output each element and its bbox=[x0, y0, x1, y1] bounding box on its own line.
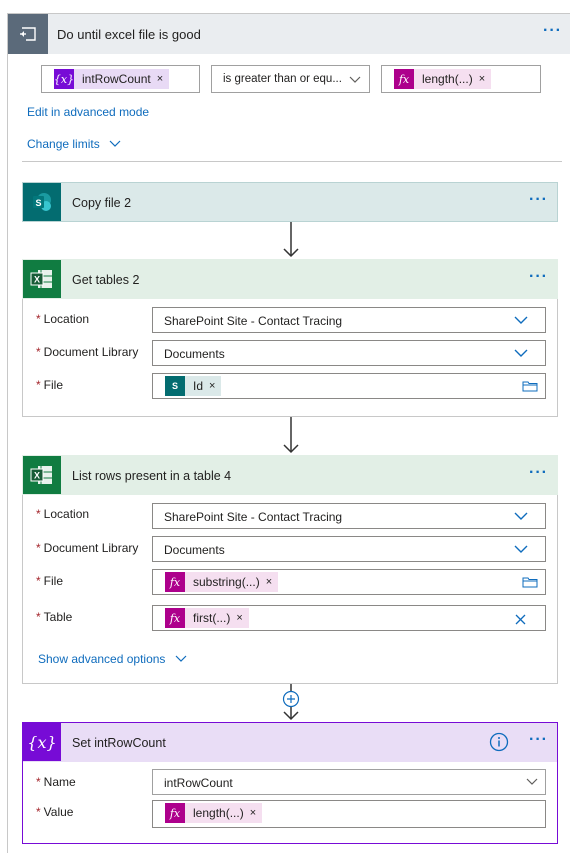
file-label: * File bbox=[36, 378, 63, 392]
chevron-down-icon[interactable] bbox=[349, 76, 361, 84]
remove-token-icon[interactable]: × bbox=[250, 807, 262, 819]
svg-text:X: X bbox=[34, 275, 40, 285]
chevron-down-icon bbox=[175, 655, 187, 662]
name-label-text: Name bbox=[43, 775, 76, 789]
document-library-label: * Document Library bbox=[36, 345, 138, 359]
condition-right-token-label: length(...) bbox=[422, 72, 473, 86]
variable-icon: {x} bbox=[23, 723, 61, 761]
required-marker: * bbox=[36, 312, 41, 326]
sharepoint-icon: S bbox=[23, 183, 61, 221]
copy-file-more-button[interactable]: ··· bbox=[529, 191, 548, 209]
required-marker: * bbox=[36, 610, 41, 624]
folder-icon[interactable] bbox=[522, 380, 538, 392]
condition-right-token: fx length(...) × bbox=[394, 69, 492, 89]
clear-icon[interactable] bbox=[515, 614, 526, 625]
list-rows-title: List rows present in a table 4 bbox=[72, 469, 232, 483]
value-label-text: Value bbox=[43, 805, 74, 819]
show-advanced-options-label: Show advanced options bbox=[38, 652, 166, 666]
fx-icon: fx bbox=[165, 608, 185, 628]
svg-text:X: X bbox=[34, 471, 40, 481]
info-icon[interactable] bbox=[489, 732, 509, 752]
get-tables-title: Get tables 2 bbox=[72, 273, 140, 287]
table-label: * Table bbox=[36, 610, 72, 624]
edit-advanced-mode-link[interactable]: Edit in advanced mode bbox=[27, 105, 149, 119]
variable-name-value: intRowCount bbox=[164, 776, 233, 790]
fx-icon: fx bbox=[394, 69, 414, 89]
required-marker: * bbox=[36, 378, 41, 392]
value-expression-token-label: length(...) bbox=[193, 806, 244, 820]
required-marker: * bbox=[36, 775, 41, 789]
table-expression-token: fx first(...) × bbox=[165, 608, 249, 628]
table-expression-token-label: first(...) bbox=[193, 611, 231, 625]
loop-divider bbox=[22, 161, 562, 162]
get-tables-more-button[interactable]: ··· bbox=[529, 268, 548, 286]
sharepoint-icon: S bbox=[165, 376, 185, 396]
required-marker: * bbox=[36, 345, 41, 359]
value-label: * Value bbox=[36, 805, 73, 819]
list-rows-more-button[interactable]: ··· bbox=[529, 464, 548, 482]
copy-file-title: Copy file 2 bbox=[72, 196, 132, 210]
required-marker: * bbox=[36, 541, 41, 555]
add-step-icon[interactable] bbox=[282, 690, 300, 708]
chevron-down-icon[interactable] bbox=[514, 512, 528, 521]
location-label-text: Location bbox=[43, 312, 90, 326]
excel-icon: X bbox=[23, 456, 61, 494]
required-marker: * bbox=[36, 805, 41, 819]
loop-icon bbox=[8, 14, 48, 54]
remove-token-icon[interactable]: × bbox=[157, 73, 169, 85]
file-expression-token: fx substring(...) × bbox=[165, 572, 279, 592]
fx-icon: fx bbox=[165, 572, 185, 592]
condition-left-token: {x} intRowCount × bbox=[54, 69, 170, 89]
file-expression-token-label: substring(...) bbox=[193, 575, 260, 589]
do-until-title: Do until excel file is good bbox=[57, 27, 201, 42]
document-library-value: Documents bbox=[164, 543, 225, 557]
remove-token-icon[interactable]: × bbox=[236, 612, 248, 624]
file-label-text: File bbox=[43, 574, 64, 588]
required-marker: * bbox=[36, 507, 41, 521]
variable-icon: {x} bbox=[54, 69, 74, 89]
value-expression-token: fx length(...) × bbox=[165, 803, 263, 823]
location-label: * Location bbox=[36, 312, 89, 326]
file-id-token-label: Id bbox=[193, 379, 204, 393]
set-variable-more-button[interactable]: ··· bbox=[529, 731, 548, 749]
file-label: * File bbox=[36, 574, 63, 588]
document-library-label-text: Document Library bbox=[43, 541, 139, 555]
svg-text:S: S bbox=[35, 198, 41, 208]
folder-icon[interactable] bbox=[522, 576, 538, 588]
chevron-down-icon[interactable] bbox=[514, 316, 528, 325]
location-value: SharePoint Site - Contact Tracing bbox=[164, 510, 343, 524]
name-label: * Name bbox=[36, 775, 76, 789]
location-label-text: Location bbox=[43, 507, 90, 521]
condition-operator-value: is greater than or equ... bbox=[223, 73, 342, 85]
remove-token-icon[interactable]: × bbox=[479, 73, 491, 85]
document-library-label: * Document Library bbox=[36, 541, 138, 555]
flow-arrow-icon bbox=[283, 222, 299, 258]
required-marker: * bbox=[36, 574, 41, 588]
change-limits-link[interactable]: Change limits bbox=[27, 137, 121, 151]
document-library-value: Documents bbox=[164, 347, 225, 361]
condition-left-token-label: intRowCount bbox=[82, 72, 151, 86]
do-until-more-button[interactable]: ··· bbox=[543, 22, 562, 40]
show-advanced-options-link[interactable]: Show advanced options bbox=[38, 652, 187, 666]
document-library-label-text: Document Library bbox=[43, 345, 139, 359]
set-variable-title: Set intRowCount bbox=[72, 736, 166, 750]
chevron-down-icon bbox=[109, 140, 121, 147]
change-limits-label: Change limits bbox=[27, 137, 100, 151]
file-label-text: File bbox=[43, 378, 64, 392]
location-label: * Location bbox=[36, 507, 89, 521]
remove-token-icon[interactable]: × bbox=[266, 576, 278, 588]
remove-token-icon[interactable]: × bbox=[209, 380, 221, 392]
file-id-token: S Id × bbox=[165, 376, 222, 396]
chevron-down-icon[interactable] bbox=[514, 349, 528, 358]
chevron-down-icon[interactable] bbox=[514, 545, 528, 554]
flow-arrow-icon bbox=[283, 417, 299, 454]
table-label-text: Table bbox=[43, 610, 73, 624]
location-value: SharePoint Site - Contact Tracing bbox=[164, 314, 343, 328]
excel-icon: X bbox=[23, 260, 61, 298]
chevron-down-icon[interactable] bbox=[526, 778, 538, 786]
fx-icon: fx bbox=[165, 803, 185, 823]
